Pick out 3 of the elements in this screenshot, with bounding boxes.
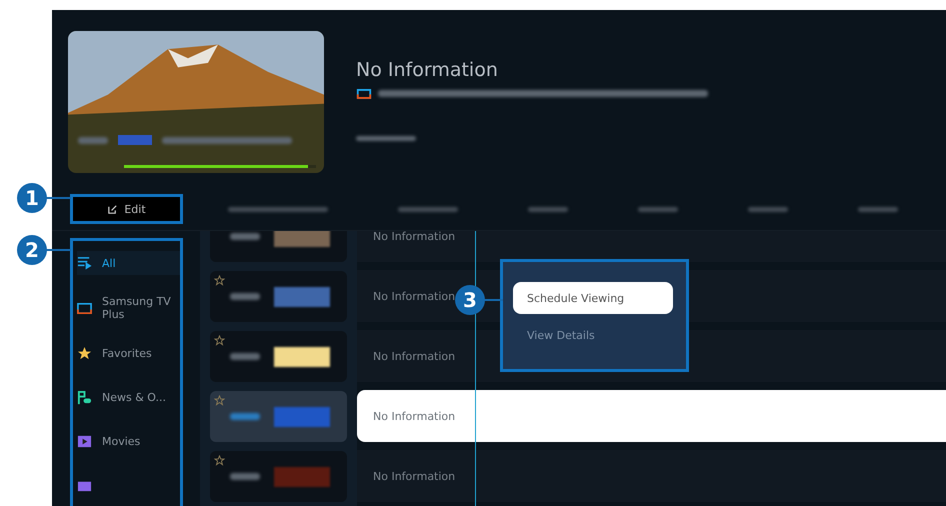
callout-badge: 1 <box>17 183 47 213</box>
callout-badge: 2 <box>17 235 47 265</box>
program-title: No Information <box>356 59 499 81</box>
